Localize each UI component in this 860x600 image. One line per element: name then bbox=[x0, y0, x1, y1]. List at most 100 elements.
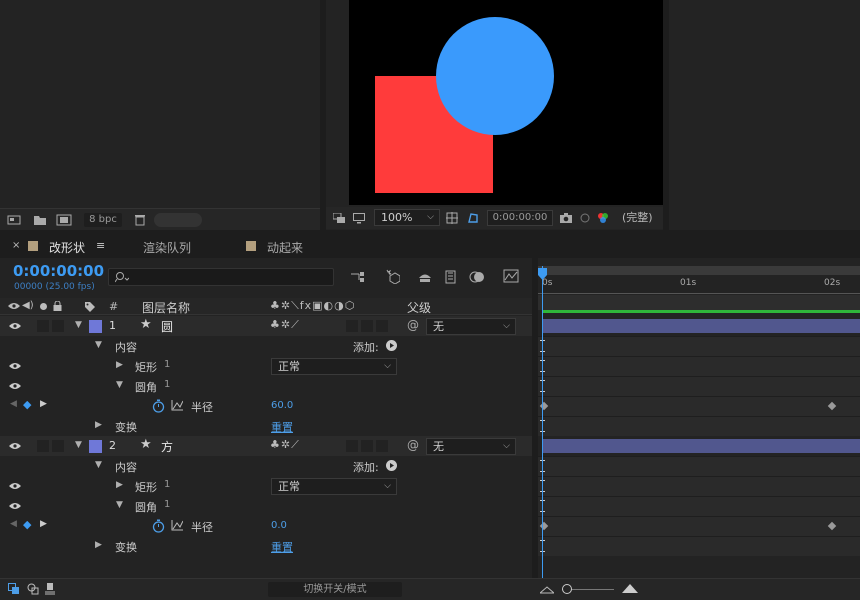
contents-row[interactable]: ▼ 内容 添加: bbox=[0, 336, 532, 356]
add-play-icon[interactable] bbox=[386, 460, 397, 471]
mask-visibility-icon[interactable] bbox=[466, 211, 480, 225]
monitor-icon[interactable] bbox=[352, 211, 366, 225]
layer-name[interactable]: 方 bbox=[161, 438, 173, 455]
graph-icon[interactable] bbox=[171, 520, 183, 531]
tab-render-queue[interactable]: 渲染队列 bbox=[143, 239, 191, 256]
expand-triangle-icon[interactable]: ▼ bbox=[95, 460, 102, 470]
switches-icons[interactable]: ♣✲⟋ bbox=[270, 438, 300, 452]
fx-box[interactable] bbox=[346, 320, 358, 332]
layer-duration-bar[interactable] bbox=[543, 319, 860, 333]
pickwhip-icon[interactable]: @ bbox=[407, 318, 419, 332]
camera-icon[interactable] bbox=[559, 211, 573, 225]
add-keyframe-icon[interactable]: ◆ bbox=[23, 398, 31, 411]
expand-triangle-icon[interactable]: ▼ bbox=[75, 440, 82, 450]
audio-toggle-icon[interactable]: ◀) bbox=[22, 300, 34, 311]
lock-box[interactable] bbox=[52, 440, 64, 452]
solo-box[interactable] bbox=[37, 320, 49, 332]
tab-animate[interactable]: 动起来 bbox=[267, 239, 303, 256]
radius-value[interactable]: 0.0 bbox=[271, 520, 287, 531]
layer-name[interactable]: 圆 bbox=[161, 318, 173, 335]
expand-triangle-icon[interactable]: ▼ bbox=[116, 500, 123, 510]
graph-icon[interactable] bbox=[171, 400, 183, 411]
layer-track[interactable] bbox=[538, 316, 860, 336]
add-keyframe-icon[interactable]: ◆ bbox=[23, 518, 31, 531]
parent-select[interactable]: 无 ⌵ bbox=[426, 318, 516, 335]
blend-mode-select[interactable]: 正常 ⌵ bbox=[271, 478, 397, 495]
collapse-triangle-icon[interactable]: ▶ bbox=[116, 480, 123, 490]
transform-row[interactable]: ▶ 变换 重置 bbox=[0, 416, 532, 436]
toggle-switches-modes-button[interactable]: 切换开关/模式 bbox=[268, 582, 402, 597]
layer-track[interactable] bbox=[538, 436, 860, 456]
round-corners-row[interactable]: ▼ 圆角 1 bbox=[0, 376, 532, 396]
blend-box[interactable] bbox=[361, 440, 373, 452]
timeline-zoom-knob[interactable] bbox=[562, 584, 572, 594]
frame-blending-icon[interactable] bbox=[443, 270, 459, 284]
zoom-in-icon[interactable] bbox=[622, 582, 638, 594]
new-folder-icon[interactable] bbox=[32, 212, 48, 228]
eye-icon[interactable] bbox=[9, 362, 21, 370]
expand-triangle-icon[interactable]: ▼ bbox=[116, 380, 123, 390]
shy-layers-icon[interactable] bbox=[417, 270, 433, 284]
current-time[interactable]: 0:00:00:00 bbox=[13, 262, 104, 280]
reset-link[interactable]: 重置 bbox=[271, 539, 293, 555]
prev-keyframe-icon[interactable]: ◀ bbox=[10, 399, 17, 409]
layer-row[interactable]: ▼ 2 ★ 方 ♣✲⟋ @ 无 ⌵ bbox=[0, 436, 532, 456]
next-keyframe-icon[interactable]: ▶ bbox=[40, 519, 47, 529]
viewer-timecode[interactable]: 0:00:00:00 bbox=[487, 210, 553, 226]
layer-row[interactable]: ▼ 1 ★ 圆 ♣✲⟋ @ 无 ⌵ bbox=[0, 316, 532, 336]
round-corners-row[interactable]: ▼ 圆角 1 bbox=[0, 496, 532, 516]
stopwatch-icon[interactable] bbox=[152, 519, 165, 533]
label-color-swatch[interactable] bbox=[89, 320, 102, 333]
interpret-footage-icon[interactable] bbox=[6, 212, 22, 228]
switches-icons[interactable]: ♣✲⟋ bbox=[270, 318, 300, 332]
motion-blur-icon[interactable] bbox=[469, 270, 485, 284]
work-area-bar[interactable] bbox=[538, 266, 860, 275]
solo-box[interactable] bbox=[37, 440, 49, 452]
layer-search-input[interactable] bbox=[108, 268, 334, 286]
tab-comp-active[interactable]: 改形状 bbox=[49, 239, 85, 256]
pickwhip-icon[interactable]: @ bbox=[407, 438, 419, 452]
show-snapshot-icon[interactable] bbox=[578, 211, 592, 225]
eye-icon[interactable] bbox=[9, 502, 21, 510]
add-label[interactable]: 添加: bbox=[353, 459, 379, 475]
eye-icon[interactable] bbox=[9, 482, 21, 490]
channel-rgb-icon[interactable] bbox=[596, 211, 610, 225]
graph-editor-icon[interactable] bbox=[502, 268, 520, 284]
trash-icon[interactable] bbox=[132, 212, 148, 228]
zoom-out-icon[interactable] bbox=[540, 584, 554, 594]
project-scrollbar[interactable] bbox=[154, 213, 202, 227]
rectangle-row[interactable]: ▶ 矩形 1 正常 ⌵ bbox=[0, 356, 532, 376]
rectangle-row[interactable]: ▶ 矩形 1 正常 ⌵ bbox=[0, 476, 532, 496]
next-keyframe-icon[interactable]: ▶ bbox=[40, 399, 47, 409]
stopwatch-icon[interactable] bbox=[152, 399, 165, 413]
expand-triangle-icon[interactable]: ▼ bbox=[95, 340, 102, 350]
lock-toggle-icon[interactable] bbox=[53, 301, 62, 311]
tab-menu-icon[interactable]: ≡ bbox=[96, 239, 105, 252]
layer-switches-icon[interactable] bbox=[8, 583, 20, 595]
fx-box[interactable] bbox=[346, 440, 358, 452]
radius-value[interactable]: 60.0 bbox=[271, 400, 293, 411]
contents-row[interactable]: ▼ 内容 添加: bbox=[0, 456, 532, 476]
resolution-select[interactable]: (完整) bbox=[622, 210, 662, 226]
expand-triangle-icon[interactable]: ▼ bbox=[75, 320, 82, 330]
close-tab-icon[interactable]: × bbox=[12, 240, 20, 251]
bpc-button[interactable]: 8 bpc bbox=[84, 213, 122, 227]
radius-row[interactable]: ◀ ◆ ▶ 半径 0.0 bbox=[0, 516, 532, 536]
draft-3d-icon[interactable] bbox=[383, 268, 401, 284]
eye-icon[interactable] bbox=[9, 382, 21, 390]
3d-box[interactable] bbox=[376, 320, 388, 332]
snapshot-icon[interactable] bbox=[332, 211, 346, 225]
3d-box[interactable] bbox=[376, 440, 388, 452]
solo-toggle-icon[interactable] bbox=[40, 303, 47, 310]
label-color-swatch[interactable] bbox=[89, 440, 102, 453]
comp-flowchart-icon[interactable] bbox=[350, 270, 366, 284]
radius-row[interactable]: ◀ ◆ ▶ 半径 60.0 bbox=[0, 396, 532, 416]
prev-keyframe-icon[interactable]: ◀ bbox=[10, 519, 17, 529]
grid-guides-icon[interactable] bbox=[445, 211, 459, 225]
lock-box[interactable] bbox=[52, 320, 64, 332]
blend-mode-select[interactable]: 正常 ⌵ bbox=[271, 358, 397, 375]
parent-select[interactable]: 无 ⌵ bbox=[426, 438, 516, 455]
in-out-toggle-icon[interactable] bbox=[45, 583, 55, 595]
layer-duration-bar[interactable] bbox=[543, 439, 860, 453]
circle-shape[interactable] bbox=[436, 17, 554, 135]
